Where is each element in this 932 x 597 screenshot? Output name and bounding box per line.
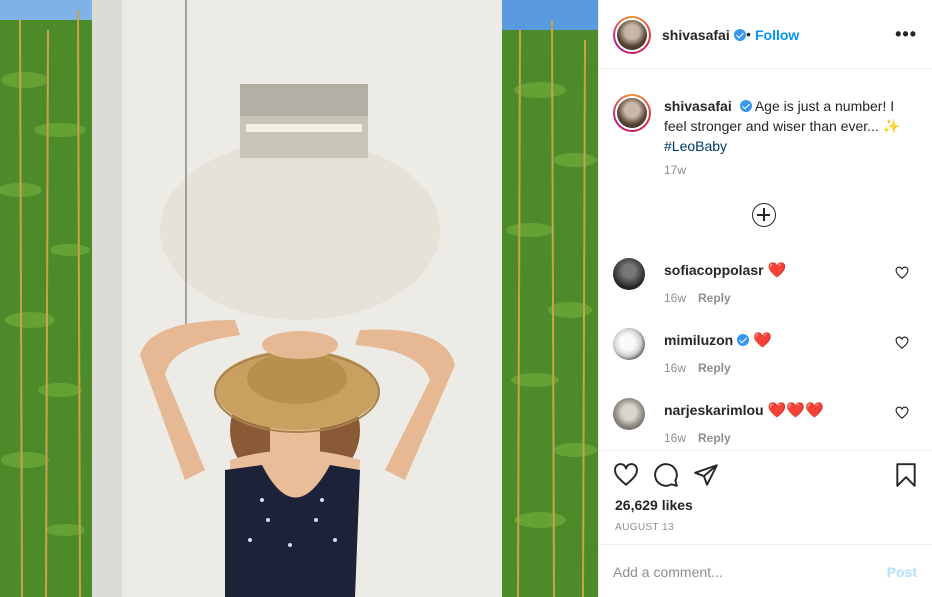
comment-text: ❤️ [767,262,787,279]
comment-text: ❤️❤️❤️ [767,402,824,419]
plus-circle-icon[interactable] [752,203,776,227]
avatar-image [617,20,647,50]
verified-badge-icon [739,100,752,112]
bookmark-icon[interactable] [893,462,919,488]
comment-item: mimiluzon ❤️ 16w Reply [613,328,919,388]
more-options-icon[interactable]: ••• [895,24,917,45]
avatar-image [617,98,647,128]
caption-username[interactable]: shivasafai [664,98,732,114]
comment-text: ❤️ [753,332,772,349]
verified-badge-icon [737,334,750,346]
comment-timestamp: 16w [664,291,687,305]
caption-timestamp: 17w [664,163,687,177]
commenter-avatar[interactable] [613,328,645,360]
author-avatar[interactable] [613,16,651,54]
author-username-link[interactable]: shivasafai [662,27,746,43]
add-comment-section: Post [599,544,932,597]
likes-count[interactable]: 26,629 likes [615,497,693,513]
commenter-username[interactable]: sofiacoppolasr ❤️ [664,261,786,279]
comment-input[interactable] [613,561,873,583]
comment-timestamp: 16w [664,431,687,445]
commenter-username[interactable]: narjeskarimlou ❤️❤️❤️ [664,401,824,419]
commenter-avatar[interactable] [613,398,645,430]
verified-badge-icon [733,29,746,41]
comment-meta: 16w Reply [664,291,731,305]
caption-avatar[interactable] [613,94,651,132]
comment-meta: 16w Reply [664,361,731,375]
post-date: AUGUST 13 [615,522,674,533]
separator-dot: • [746,26,751,42]
post-header: shivasafai • Follow ••• [599,0,932,69]
heart-icon[interactable] [613,462,639,488]
comment-icon[interactable] [653,462,679,488]
follow-button[interactable]: Follow [755,27,799,43]
post-details-panel: shivasafai • Follow ••• shivasafai Age i… [598,0,932,597]
post-actions: 26,629 likes AUGUST 13 [599,450,932,544]
commenter-avatar[interactable] [613,258,645,290]
comment-meta: 16w Reply [664,431,731,445]
comments-list[interactable]: shivasafai Age is just a number! I feel … [599,70,932,450]
post-photo[interactable] [0,0,598,597]
caption-text: shivasafai Age is just a number! I feel … [664,96,914,156]
comment-timestamp: 16w [664,361,687,375]
comment-like-heart-icon[interactable] [895,266,909,280]
hashtag-link[interactable]: #LeoBaby [664,138,727,154]
post-comment-button[interactable]: Post [887,564,917,580]
comment-like-heart-icon[interactable] [895,336,909,350]
commenter-username[interactable]: mimiluzon ❤️ [664,331,772,349]
comment-like-heart-icon[interactable] [895,406,909,420]
comment-item: sofiacoppolasr ❤️ 16w Reply [613,258,919,318]
reply-button[interactable]: Reply [698,431,731,445]
share-icon[interactable] [693,462,719,488]
reply-button[interactable]: Reply [698,361,731,375]
post-photo-illustration [0,0,598,597]
author-username: shivasafai [662,27,730,43]
reply-button[interactable]: Reply [698,291,731,305]
comment-item: narjeskarimlou ❤️❤️❤️ 16w Reply [613,398,919,450]
